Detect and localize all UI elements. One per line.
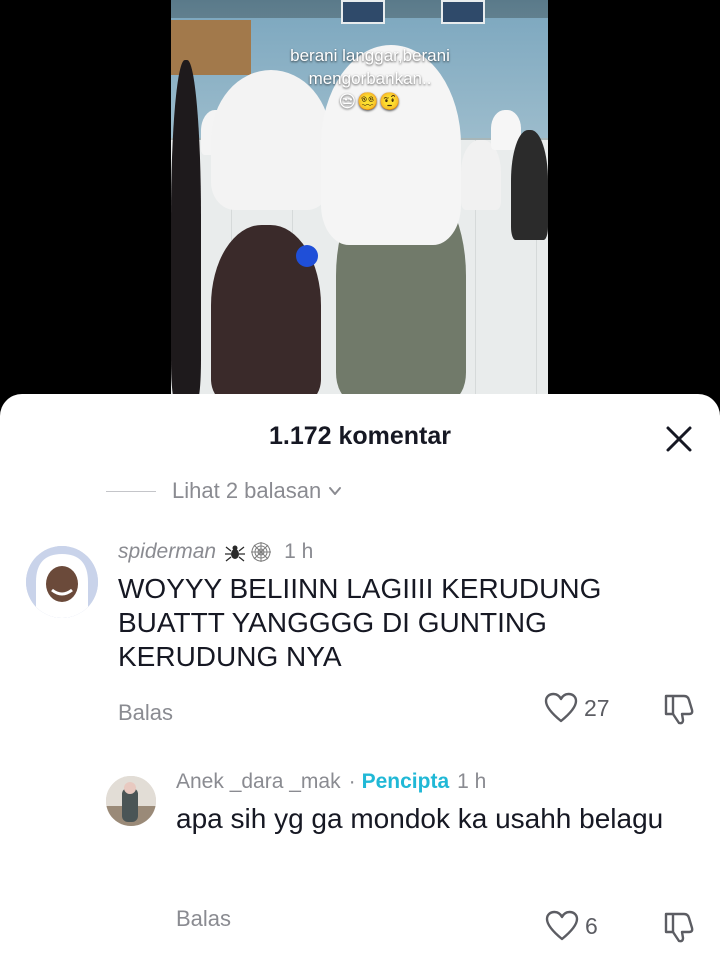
- comment-text: apa sih yg ga mondok ka usahh belagu: [176, 803, 664, 834]
- comment-time: 1 h: [457, 770, 487, 793]
- comments-sheet: 1.172 komentar Lihat 2 balasan spiderman…: [0, 394, 720, 958]
- reply-button[interactable]: Balas: [118, 700, 173, 726]
- like-button[interactable]: 27: [544, 692, 610, 724]
- video-person: [171, 60, 201, 400]
- close-button[interactable]: [664, 424, 694, 454]
- comment-meta: Anek _dara _mak · Pencipta 1 h: [176, 770, 486, 794]
- avatar[interactable]: [26, 546, 98, 618]
- caption-line-2: mengorbankan..: [308, 69, 432, 88]
- video-window: [341, 0, 385, 24]
- video-person: [461, 140, 501, 210]
- video-person: [511, 130, 548, 240]
- spider-web-icon: [251, 542, 272, 562]
- page: berani langgar,berani mengorbankan.. 😒😵‍…: [0, 0, 720, 958]
- avatar-image: [26, 546, 98, 618]
- meta-separator: ·: [348, 770, 356, 793]
- video-player[interactable]: berani langgar,berani mengorbankan.. 😒😵‍…: [0, 0, 720, 420]
- reply-button[interactable]: Balas: [176, 906, 231, 932]
- like-button[interactable]: 6: [545, 910, 598, 942]
- comment-time: 1 h: [284, 540, 314, 563]
- like-count: 6: [585, 912, 598, 939]
- comment-username[interactable]: spiderman: [118, 540, 216, 564]
- comment-username[interactable]: Anek _dara _mak: [176, 770, 341, 794]
- creator-badge: Pencipta: [361, 770, 450, 793]
- username-decorations: [224, 541, 272, 563]
- spider-icon: [225, 545, 246, 562]
- comment-count-title: 1.172 komentar: [268, 422, 452, 450]
- avatar-image: [106, 776, 156, 826]
- comment-meta: spiderman 1 h: [118, 540, 313, 564]
- caption-line-1: berani langgar,berani: [290, 46, 450, 65]
- heart-icon: [545, 910, 579, 941]
- dislike-button[interactable]: [662, 910, 696, 944]
- thumbs-down-icon: [664, 694, 694, 725]
- divider-line: [106, 490, 156, 492]
- thumbs-down-icon: [664, 912, 694, 943]
- like-count: 27: [584, 694, 610, 721]
- caption-emojis: 😒😵‍💫🤨: [338, 92, 402, 111]
- video-scissors: [296, 245, 318, 267]
- video-caption: berani langgar,berani mengorbankan.. 😒😵‍…: [250, 44, 490, 113]
- dislike-button[interactable]: [662, 692, 696, 726]
- comment-text: WOYYY BELIINN LAGIIII KERUDUNG BUATTT YA…: [118, 573, 602, 672]
- heart-icon: [544, 692, 578, 723]
- avatar[interactable]: [106, 776, 156, 826]
- reply-item: Anek _dara _mak · Pencipta 1 h apa sih y…: [0, 770, 720, 958]
- close-icon: [666, 426, 692, 452]
- view-replies-link[interactable]: Lihat 2 balasan: [106, 478, 343, 504]
- view-replies-label: Lihat 2 balasan: [172, 478, 322, 503]
- chevron-down-icon: [329, 487, 342, 495]
- comment-item: spiderman 1 h WOYYY BELIINN LAGIIII KERU…: [0, 540, 720, 740]
- video-window: [441, 0, 485, 24]
